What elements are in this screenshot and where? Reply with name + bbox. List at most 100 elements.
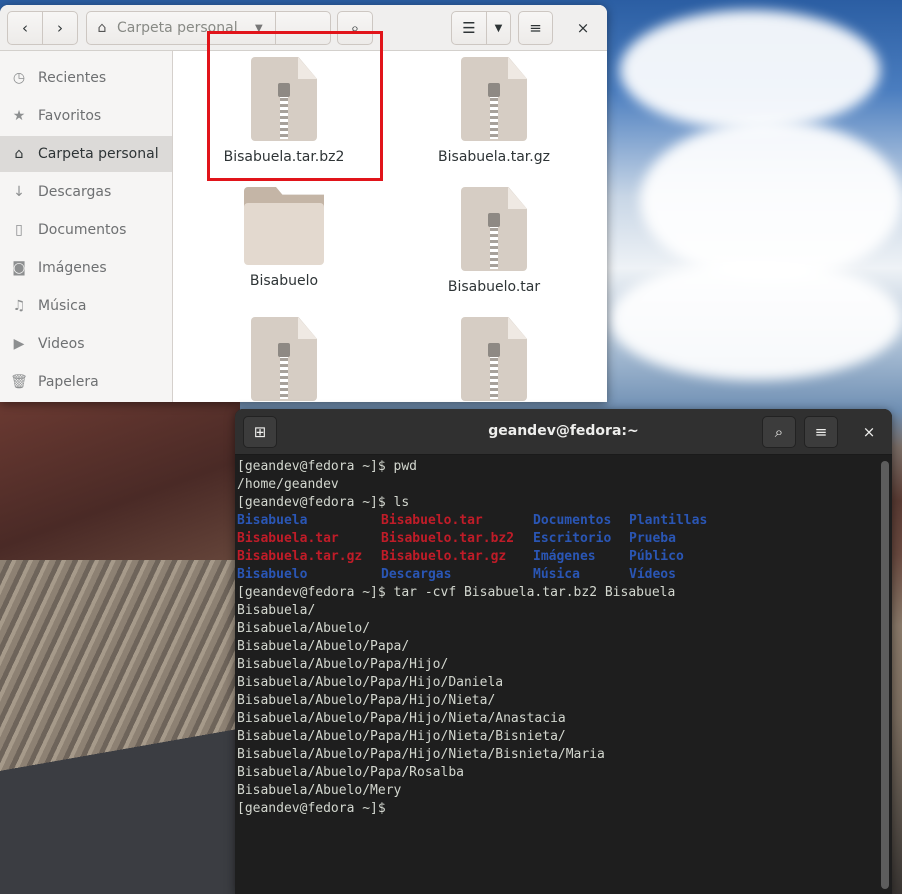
sidebar-item-música[interactable]: ♫ Música	[0, 288, 172, 324]
triangle-down-icon: ▼	[494, 22, 503, 34]
chevron-left-icon: ‹	[22, 19, 28, 37]
list-icon: ☰	[462, 19, 476, 37]
terminal-line: [geandev@fedora ~]$	[237, 801, 394, 816]
ls-archive-entry: Bisabuela.tar	[237, 531, 339, 546]
ls-directory-entry: Documentos	[533, 513, 612, 528]
sidebar-item-label: Carpeta personal	[38, 146, 159, 162]
ls-archive-entry: Bisabuela.tar.gz	[237, 549, 363, 564]
ls-directory-entry: Público	[629, 549, 684, 564]
music-icon: ♫	[12, 298, 26, 314]
terminal-line: [geandev@fedora ~]$ ls	[237, 495, 410, 510]
sidebar-item-label: Música	[38, 298, 87, 314]
ls-directory-entry: Vídeos	[629, 567, 676, 582]
file-manager-window: ‹ › ⌂ Carpeta personal ▼ ⌕ ☰ ▼ ≡ × ◷ Reci…	[0, 5, 607, 402]
ls-directory-entry: Escritorio	[533, 531, 612, 546]
hamburger-icon: ≡	[529, 19, 542, 37]
sidebar-item-favoritos[interactable]: ★ Favoritos	[0, 98, 172, 134]
close-button[interactable]: ×	[568, 11, 598, 45]
document-icon: ▯	[15, 222, 23, 238]
ls-output-row: Bisabuelo Descargas Música Vídeos	[237, 566, 877, 584]
hamburger-icon: ≡	[814, 423, 828, 441]
terminal-line: Bisabuela/Abuelo/Papa/	[237, 639, 410, 654]
terminal-menu-button[interactable]: ≡	[804, 416, 838, 448]
ls-output-row: Bisabuela.tar Bisabuelo.tar.bz2 Escritorio…	[237, 530, 877, 548]
terminal-line: Bisabuela/Abuelo/Papa/Hijo/Nieta/Bisniet…	[237, 729, 566, 744]
chevron-right-icon: ›	[57, 19, 63, 37]
folder-icon	[244, 187, 324, 265]
ls-archive-entry: Bisabuelo.tar.bz2	[381, 531, 515, 546]
terminal-line: Bisabuela/Abuelo/Papa/Hijo/	[237, 657, 449, 672]
sidebar-item-carpeta-personal[interactable]: ⌂ Carpeta personal	[0, 136, 172, 172]
sidebar-item-recientes[interactable]: ◷ Recientes	[0, 60, 172, 96]
file-name: Bisabuela.tar.gz	[438, 149, 550, 165]
sidebar-item-label: Descargas	[38, 184, 112, 200]
terminal-line: [geandev@fedora ~]$ pwd	[237, 459, 418, 474]
archive-file-item[interactable]	[404, 317, 584, 402]
terminal-search-button[interactable]: ⌕	[762, 416, 796, 448]
sidebar-item-label: Papelera	[38, 374, 99, 390]
archive-icon	[461, 317, 527, 401]
close-icon: ×	[576, 19, 590, 37]
ls-archive-entry: Bisabuelo.tar.gz	[381, 549, 507, 564]
terminal-close-button[interactable]: ×	[852, 416, 886, 448]
terminal-line: Bisabuela/Abuelo/Papa/Hijo/Nieta/Anastac…	[237, 711, 566, 726]
terminal-line: Bisabuela/Abuelo/Mery	[237, 783, 402, 798]
terminal-scrollbar[interactable]	[881, 461, 889, 889]
menu-button[interactable]: ≡	[518, 11, 553, 45]
terminal-line: [geandev@fedora ~]$ tar -cvf Bisabuela.t…	[237, 585, 676, 600]
sidebar-item-imágenes[interactable]: ◙ Imágenes	[0, 250, 172, 286]
sidebar-item-label: Recientes	[38, 70, 107, 86]
terminal-output[interactable]: [geandev@fedora ~]$ pwd/home/geandev [gea…	[237, 458, 877, 888]
archive-file-item[interactable]: Bisabuelo.tar	[404, 187, 584, 295]
view-list-button[interactable]: ☰	[451, 11, 487, 45]
annotation-highlight-box	[207, 31, 383, 181]
cloud	[620, 10, 880, 130]
video-icon: ▶	[13, 336, 25, 352]
terminal-line: /home/geandev	[237, 477, 339, 492]
terminal-line: Bisabuela/Abuelo/	[237, 621, 371, 636]
ls-directory-entry: Bisabuelo	[237, 567, 308, 582]
ls-directory-entry: Imágenes	[533, 549, 596, 564]
ls-output-row: Bisabuela Bisabuelo.tar Documentos Plantill…	[237, 512, 877, 530]
ls-directory-entry: Música	[533, 567, 580, 582]
sidebar-item-descargas[interactable]: ↓ Descargas	[0, 174, 172, 210]
file-name: Bisabuelo	[249, 273, 319, 289]
sidebar-item-label: Videos	[38, 336, 85, 352]
archive-file-item[interactable]: Bisabuela.tar.gz	[404, 57, 584, 165]
archive-icon	[461, 187, 527, 271]
ls-directory-entry: Prueba	[629, 531, 676, 546]
road	[0, 700, 240, 894]
archive-icon	[461, 57, 527, 141]
places-sidebar: ◷ Recientes ★ Favoritos ⌂ Carpeta personal ↓ De…	[0, 51, 173, 402]
sidebar-item-label: Documentos	[38, 222, 127, 238]
folder-item[interactable]: Bisabuelo	[194, 187, 374, 289]
terminal-headerbar: ⊞ geandev@fedora:~ ⌕ ≡ ×	[235, 409, 892, 455]
sidebar-item-papelera[interactable]: 🗑 Papelera	[0, 364, 172, 400]
ls-archive-entry: Bisabuelo.tar	[381, 513, 483, 528]
ls-directory-entry: Bisabuela	[237, 513, 308, 528]
home-icon: ⌂	[97, 20, 107, 36]
ls-directory-entry: Plantillas	[629, 513, 708, 528]
view-options-button[interactable]: ▼	[486, 11, 511, 45]
ls-output-row: Bisabuela.tar.gz Bisabuelo.tar.gz Imágenes…	[237, 548, 877, 566]
terminal-line: Bisabuela/	[237, 603, 316, 618]
ls-directory-entry: Descargas	[381, 567, 452, 582]
trash-icon: 🗑	[10, 374, 28, 390]
file-name: Bisabuelo.tar	[447, 279, 541, 295]
sidebar-item-videos[interactable]: ▶ Videos	[0, 326, 172, 362]
home-icon: ⌂	[14, 146, 24, 162]
cloud	[610, 260, 902, 380]
close-icon: ×	[862, 423, 876, 441]
search-icon: ⌕	[774, 423, 784, 441]
archive-file-item[interactable]	[194, 317, 374, 402]
archive-icon	[251, 317, 317, 401]
terminal-line: Bisabuela/Abuelo/Papa/Hijo/Daniela	[237, 675, 504, 690]
camera-icon: ◙	[12, 260, 26, 276]
terminal-line: Bisabuela/Abuelo/Papa/Hijo/Nieta/Bisniet…	[237, 747, 605, 762]
terminal-line: Bisabuela/Abuelo/Papa/Rosalba	[237, 765, 464, 780]
cloud	[640, 120, 902, 280]
sidebar-item-documentos[interactable]: ▯ Documentos	[0, 212, 172, 248]
back-button[interactable]: ‹	[7, 11, 43, 45]
terminal-window: ⊞ geandev@fedora:~ ⌕ ≡ × [geandev@fedora…	[235, 409, 892, 894]
forward-button[interactable]: ›	[42, 11, 78, 45]
